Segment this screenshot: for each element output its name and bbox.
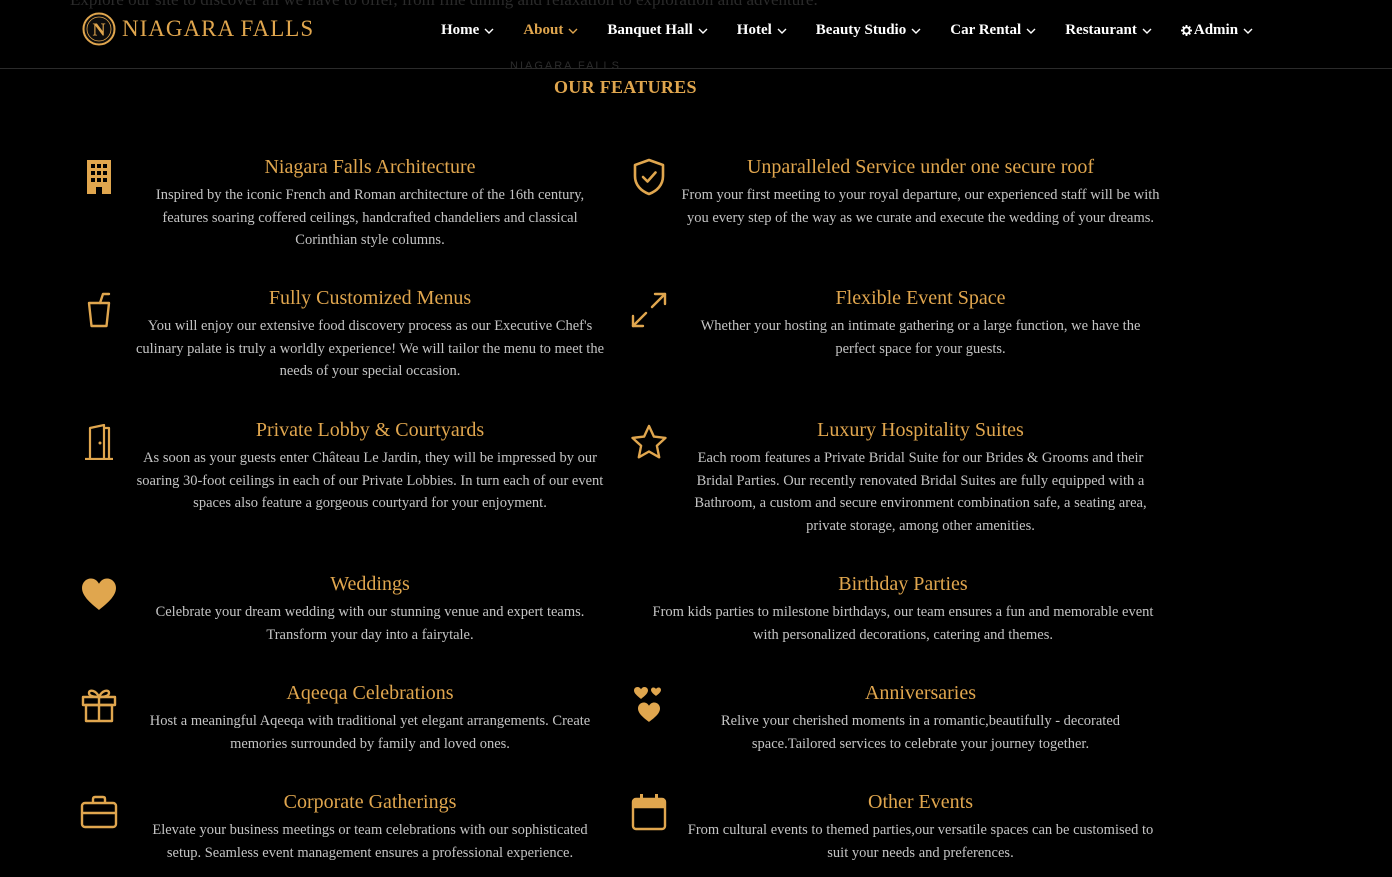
chevron-down-icon — [698, 28, 708, 34]
feature-title: Niagara Falls Architecture — [264, 156, 476, 178]
nav-label: Car Rental — [950, 22, 1022, 38]
feature-title: Fully Customized Menus — [268, 287, 472, 309]
navbar: N NIAGARA FALLS Home About Banquet Hall … — [0, 0, 1392, 69]
feature-text: Host a meaningful Aqeeqa with traditiona… — [149, 713, 591, 752]
nav-label: Beauty Studio — [815, 22, 907, 38]
feature-title: Weddings — [330, 573, 410, 595]
heart-icon — [79, 574, 119, 614]
feature-title: Anniversaries — [864, 682, 977, 704]
gift-icon — [79, 685, 119, 725]
chevron-down-icon — [1142, 28, 1152, 34]
nav-label: Restaurant — [1065, 22, 1137, 38]
feature-title: Private Lobby & Courtyards — [255, 419, 485, 441]
feature-text: Inspired by the iconic French and Roman … — [155, 187, 585, 249]
calendar-icon — [629, 792, 669, 832]
section-title: OUR FEATURES — [554, 77, 697, 97]
feature-title: Corporate Gatherings — [283, 791, 457, 813]
nav-label: Admin — [1193, 22, 1239, 38]
nav-label: Hotel — [736, 22, 772, 38]
nav-item-hotel[interactable]: Hotel — [737, 22, 787, 39]
feature-text: Each room features a Private Bridal Suit… — [694, 450, 1147, 535]
nav-item-restaurant[interactable]: Restaurant — [1065, 22, 1152, 39]
nav-item-beauty-studio[interactable]: Beauty Studio — [816, 22, 921, 39]
hearts-icon — [629, 684, 669, 724]
nav-item-car-rental[interactable]: Car Rental — [950, 22, 1036, 39]
brand-logo-icon: N — [82, 12, 116, 46]
feature-text: From cultural events to themed parties,o… — [687, 822, 1154, 861]
chevron-down-icon — [1243, 28, 1253, 34]
nav-label: Banquet Hall — [607, 22, 693, 38]
nav-label: Home — [441, 22, 480, 38]
expand-arrows-icon — [629, 290, 669, 330]
feature-text: Celebrate your dream wedding with our st… — [155, 604, 585, 643]
nav-label: About — [523, 22, 564, 38]
feature-text: Elevate your business meetings or team c… — [152, 822, 588, 861]
feature-text: As soon as your guests enter Château Le … — [136, 450, 604, 512]
feature-text: Whether your hosting an intimate gatheri… — [700, 318, 1141, 357]
section-subtitle: NIAGARA FALLS — [510, 60, 621, 72]
chevron-down-icon — [484, 28, 494, 34]
nav-item-about[interactable]: About — [523, 22, 578, 39]
brand[interactable]: N NIAGARA FALLS — [82, 12, 314, 46]
star-icon — [629, 422, 669, 462]
door-icon — [79, 422, 119, 462]
feature-text: From kids parties to milestone birthdays… — [652, 604, 1154, 643]
feature-title: Birthday Parties — [838, 573, 968, 595]
brand-name: NIAGARA FALLS — [122, 16, 315, 41]
shield-check-icon — [629, 157, 669, 197]
nav-item-admin[interactable]: Admin — [1180, 22, 1253, 39]
chevron-down-icon — [1026, 28, 1036, 34]
brand-logo-letter: N — [93, 20, 106, 40]
feature-title: Unparalleled Service under one secure ro… — [746, 156, 1095, 178]
gear-icon — [1180, 25, 1192, 36]
feature-text: Relive your cherished moments in a roman… — [720, 713, 1121, 752]
feature-title: Luxury Hospitality Suites — [817, 419, 1024, 441]
chevron-down-icon — [911, 28, 921, 34]
nav-item-banquet-hall[interactable]: Banquet Hall — [607, 22, 708, 39]
briefcase-icon — [79, 792, 119, 832]
feature-title: Aqeeqa Celebrations — [286, 682, 454, 704]
cup-icon — [79, 290, 119, 330]
feature-text: You will enjoy our extensive food discov… — [135, 318, 605, 380]
nav-item-home[interactable]: Home — [441, 22, 494, 39]
building-icon — [79, 157, 119, 197]
feature-title: Other Events — [868, 791, 973, 813]
chevron-down-icon — [777, 28, 787, 34]
feature-text: From your first meeting to your royal de… — [681, 187, 1160, 226]
feature-title: Flexible Event Space — [835, 287, 1006, 309]
main-nav: Home About Banquet Hall Hotel Beauty Stu… — [441, 22, 1282, 39]
chevron-down-icon — [568, 28, 578, 34]
